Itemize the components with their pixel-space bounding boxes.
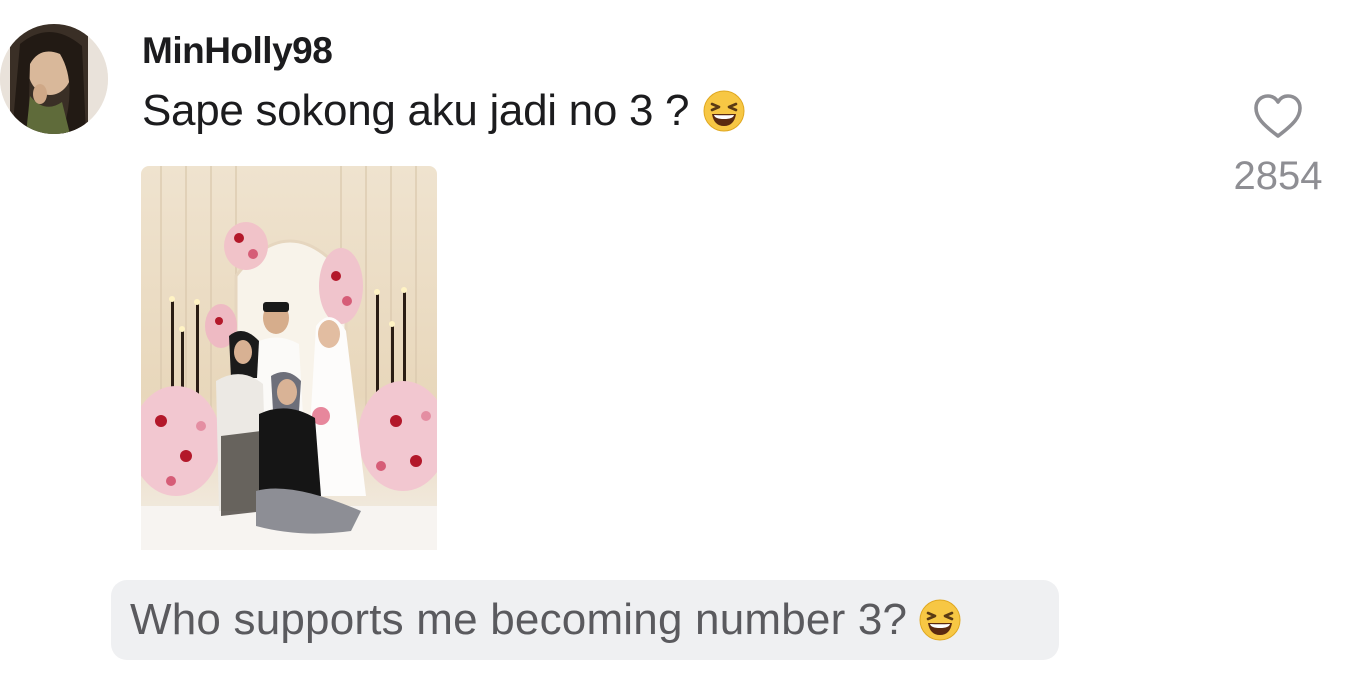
grinning-squinting-face-emoji [919, 599, 961, 641]
grinning-squinting-face-emoji [703, 90, 745, 132]
username[interactable]: MinHolly98 [142, 30, 333, 72]
like-button[interactable] [1252, 92, 1304, 142]
translation-box: Who supports me becoming number 3? [111, 580, 1059, 660]
comment-item: MinHolly98 Sape sokong aku jadi no 3 ? 2… [0, 0, 1358, 688]
heart-outline-icon [1254, 94, 1302, 138]
user-avatar[interactable] [0, 24, 108, 134]
attached-photo[interactable] [141, 166, 437, 550]
comment-text: Sape sokong aku jadi no 3 ? [142, 86, 690, 135]
translation-text: Who supports me becoming number 3? [130, 595, 908, 644]
comment-text-row: Sape sokong aku jadi no 3 ? [142, 86, 745, 136]
like-count: 2854 [1233, 154, 1323, 198]
